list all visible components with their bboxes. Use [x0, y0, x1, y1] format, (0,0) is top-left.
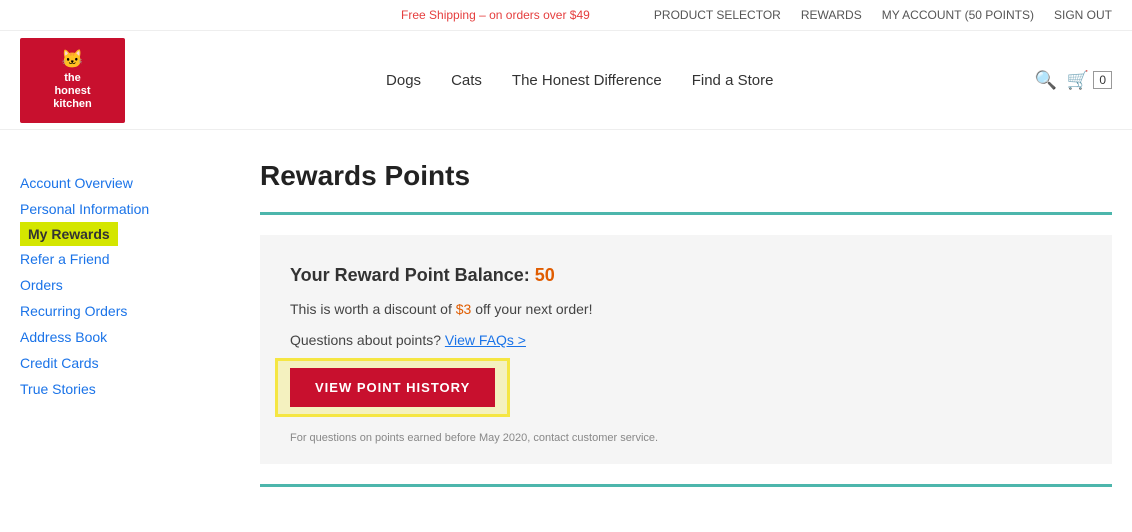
sidebar-item-orders[interactable]: Orders	[20, 272, 220, 298]
sidebar-item-refer-friend[interactable]: Refer a Friend	[20, 246, 220, 272]
top-nav: PRODUCT SELECTOR REWARDS MY ACCOUNT (50 …	[654, 8, 1112, 22]
sidebar: Account Overview Personal Information My…	[20, 160, 220, 487]
cart-wrapper[interactable]: 🛒 0	[1067, 70, 1112, 91]
rewards-link[interactable]: REWARDS	[801, 8, 862, 22]
balance-line: Your Reward Point Balance: 50	[290, 265, 1082, 286]
content-wrapper: Account Overview Personal Information My…	[0, 130, 1132, 517]
teal-divider-top	[260, 212, 1112, 215]
discount-suffix: off your next order!	[475, 301, 592, 317]
logo-animal-icon: 🐱	[61, 49, 83, 70]
rewards-card: Your Reward Point Balance: 50 This is wo…	[260, 235, 1112, 464]
main-content: Rewards Points Your Reward Point Balance…	[220, 160, 1112, 487]
sidebar-item-recurring-orders[interactable]: Recurring Orders	[20, 298, 220, 324]
top-bar: Free Shipping – on orders over $49 PRODU…	[0, 0, 1132, 31]
nav-cats[interactable]: Cats	[451, 72, 482, 89]
faq-text: Questions about points?	[290, 332, 441, 348]
nav-dogs[interactable]: Dogs	[386, 72, 421, 89]
logo-text: thehonestkitchen	[53, 72, 92, 112]
discount-text: This is worth a discount of	[290, 301, 452, 317]
discount-amount: $3	[456, 301, 472, 317]
nav-honest-difference[interactable]: The Honest Difference	[512, 72, 662, 89]
teal-divider-bottom	[260, 484, 1112, 487]
balance-value: 50	[535, 265, 555, 285]
view-btn-wrapper: VIEW POINT HISTORY	[290, 368, 495, 407]
cart-count: 0	[1093, 71, 1112, 89]
sidebar-item-account-overview[interactable]: Account Overview	[20, 170, 220, 196]
faq-link[interactable]: View FAQs >	[445, 332, 526, 348]
faq-line: Questions about points? View FAQs >	[290, 332, 1082, 348]
sidebar-item-personal-info[interactable]: Personal Information	[20, 196, 220, 222]
product-selector-link[interactable]: PRODUCT SELECTOR	[654, 8, 781, 22]
sidebar-item-true-stories[interactable]: True Stories	[20, 376, 220, 402]
my-account-link[interactable]: MY ACCOUNT (50 POINTS)	[882, 8, 1034, 22]
search-icon[interactable]: 🔍	[1034, 70, 1056, 91]
sidebar-item-address-book[interactable]: Address Book	[20, 324, 220, 350]
header-icons: 🔍 🛒 0	[1034, 70, 1112, 91]
header: 🐱 thehonestkitchen Dogs Cats The Honest …	[0, 31, 1132, 130]
view-point-history-button[interactable]: VIEW POINT HISTORY	[290, 368, 495, 407]
main-nav: Dogs Cats The Honest Difference Find a S…	[125, 72, 1034, 89]
sidebar-item-my-rewards[interactable]: My Rewards	[20, 222, 118, 246]
logo[interactable]: 🐱 thehonestkitchen	[20, 38, 125, 123]
nav-find-store[interactable]: Find a Store	[692, 72, 774, 89]
disclaimer: For questions on points earned before Ma…	[290, 432, 1082, 444]
shipping-banner: Free Shipping – on orders over $49	[337, 8, 654, 22]
sign-out-link[interactable]: SIGN OUT	[1054, 8, 1112, 22]
balance-label: Your Reward Point Balance:	[290, 265, 530, 285]
page-title: Rewards Points	[260, 160, 1112, 192]
cart-icon: 🛒	[1067, 70, 1089, 91]
discount-line: This is worth a discount of $3 off your …	[290, 301, 1082, 317]
points-label: 50 POINTS	[969, 8, 1030, 22]
sidebar-item-credit-cards[interactable]: Credit Cards	[20, 350, 220, 376]
